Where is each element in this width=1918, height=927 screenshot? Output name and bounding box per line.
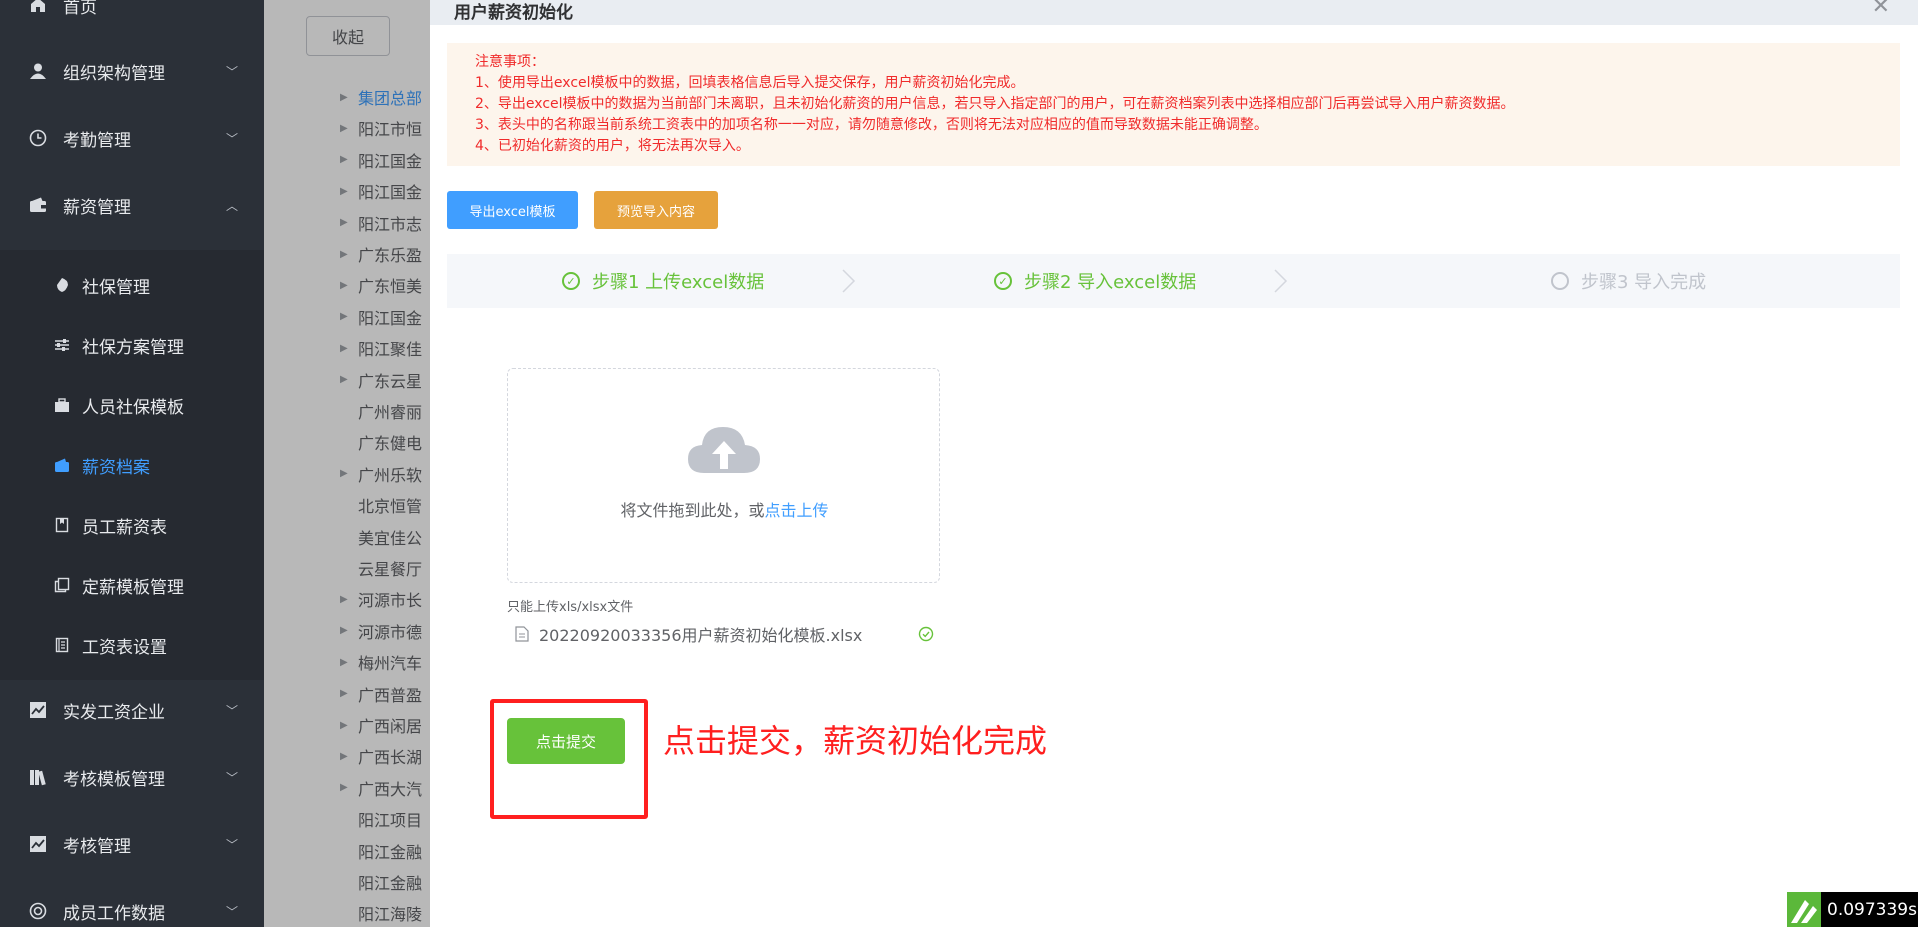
chevron-right-icon: [1274, 269, 1288, 293]
step-label: 步骤2 导入excel数据: [1024, 272, 1197, 293]
step-label: 步骤3 导入完成: [1581, 272, 1707, 293]
sidebar-subitem-label: 定薪模板管理: [82, 577, 184, 598]
user-icon: [27, 60, 49, 82]
chart-icon: [27, 699, 49, 721]
step-3: 步骤3 导入完成: [1551, 254, 1706, 308]
upload-dropzone[interactable]: 将文件拖到此处，或点击上传: [507, 368, 940, 583]
books-icon: [27, 766, 49, 788]
notice-line: 2、导出excel模板中的数据为当前部门未离职，且未初始化薪资的用户信息，若只导…: [475, 96, 1515, 112]
home-icon: [27, 0, 49, 16]
chevron-down-icon: ﹀: [225, 64, 238, 79]
chevron-up-icon: ︿: [225, 198, 238, 213]
sidebar-item-label: 考勤管理: [63, 130, 131, 151]
sidebar-item-actual-pay[interactable]: 实发工资企业 ﹀: [0, 687, 264, 733]
sidebar-subitem-label: 工资表设置: [82, 637, 167, 658]
upload-tip: 只能上传xls/xlsx文件: [507, 600, 634, 615]
upload-text: 将文件拖到此处，或点击上传: [508, 497, 941, 521]
sidebar-item-salary[interactable]: 薪资管理 ︿: [0, 182, 264, 228]
sidebar-item-label: 组织架构管理: [63, 63, 165, 84]
step-2: ✓ 步骤2 导入excel数据: [994, 254, 1196, 308]
sidebar-item-org[interactable]: 组织架构管理 ﹀: [0, 48, 264, 94]
step-label: 步骤1 上传excel数据: [592, 272, 765, 293]
sidebar-item-label: 薪资管理: [63, 197, 131, 218]
sidebar-subitem-label: 人员社保模板: [82, 397, 184, 418]
circle-icon: [1551, 272, 1569, 290]
notice-box: 注意事项： 1、使用导出excel模板中的数据，回填表格信息后导入提交保存，用户…: [447, 43, 1900, 166]
chevron-down-icon: ﹀: [225, 837, 238, 852]
list-icon: [51, 634, 73, 656]
document-icon: [515, 626, 529, 642]
sidebar-item-member-data[interactable]: 成员工作数据 ﹀: [0, 888, 264, 927]
check-circle-icon: ✓: [994, 272, 1012, 290]
sidebar-item-label: 成员工作数据: [63, 903, 165, 924]
sidebar-subitem-salary-archive[interactable]: 薪资档案: [0, 443, 264, 487]
sidebar-subitem-payroll-settings[interactable]: 工资表设置: [0, 623, 264, 667]
lifebuoy-icon: [27, 900, 49, 922]
sidebar-item-home[interactable]: 首页: [0, 0, 264, 28]
sliders-icon: [51, 334, 73, 356]
wallet-icon: [51, 454, 73, 476]
dialog-title: 用户薪资初始化: [454, 3, 573, 23]
step-1: ✓ 步骤1 上传excel数据: [562, 254, 764, 308]
sidebar-item-label: 首页: [63, 0, 97, 18]
sidebar-subitem-staff-template[interactable]: 人员社保模板: [0, 383, 264, 427]
chart-icon: [27, 833, 49, 855]
sidebar-item-label: 考核管理: [63, 836, 131, 857]
steps-bar: ✓ 步骤1 上传excel数据 ✓ 步骤2 导入excel数据 步骤3 导入完成: [447, 254, 1900, 308]
submit-button[interactable]: 点击提交: [507, 718, 625, 764]
notice-line: 4、已初始化薪资的用户，将无法再次导入。: [475, 138, 750, 154]
chevron-down-icon: ﹀: [225, 904, 238, 919]
sidebar-subitem-label: 员工薪资表: [82, 517, 167, 538]
shield-icon: [51, 274, 73, 296]
notice-heading: 注意事项：: [475, 54, 545, 70]
sidebar-subitem-salary-template[interactable]: 定薪模板管理: [0, 563, 264, 607]
sidebar: 首页 组织架构管理 ﹀ 考勤管理 ﹀ 薪资管理 ︿ 社保管理 社保方案管理 人员…: [0, 0, 264, 927]
notice-line: 1、使用导出excel模板中的数据，回填表格信息后导入提交保存，用户薪资初始化完…: [475, 75, 1025, 91]
sidebar-item-label: 实发工资企业: [63, 702, 165, 723]
sidebar-subitem-label: 社保管理: [82, 277, 150, 298]
click-upload-link[interactable]: 点击上传: [765, 501, 829, 520]
check-circle-icon: ✓: [562, 272, 580, 290]
file-name: 20220920033356用户薪资初始化模板.xlsx: [539, 626, 863, 645]
sidebar-subitem-social-security[interactable]: 社保管理: [0, 263, 264, 307]
close-icon[interactable]: ✕: [1872, 0, 1890, 19]
salary-init-dialog: 用户薪资初始化 ✕ 注意事项： 1、使用导出excel模板中的数据，回填表格信息…: [430, 0, 1918, 927]
clock-icon: [27, 127, 49, 149]
sidebar-item-label: 考核模板管理: [63, 769, 165, 790]
notice-line: 3、表头中的名称跟当前系统工资表中的加项名称一一对应，请勿随意修改，否则将无法对…: [475, 117, 1268, 133]
sidebar-item-assessment-template[interactable]: 考核模板管理 ﹀: [0, 754, 264, 800]
timer-badge: 0.097339s: [1787, 892, 1918, 927]
timer-value: 0.097339s: [1827, 899, 1917, 920]
preview-import-button[interactable]: 预览导入内容: [594, 191, 718, 229]
copy-icon: [51, 574, 73, 596]
book-icon: [51, 514, 73, 536]
sidebar-subitem-social-plan[interactable]: 社保方案管理: [0, 323, 264, 367]
uploaded-file[interactable]: 20220920033356用户薪资初始化模板.xlsx: [507, 620, 940, 648]
check-circle-icon: [918, 626, 934, 642]
chevron-down-icon: ﹀: [225, 131, 238, 146]
chevron-down-icon: ﹀: [225, 770, 238, 785]
sidebar-subitem-label: 薪资档案: [82, 457, 150, 478]
briefcase-icon: [51, 394, 73, 416]
dialog-header: 用户薪资初始化 ✕: [430, 0, 1918, 25]
export-template-button[interactable]: 导出excel模板: [447, 191, 578, 229]
wallet-icon: [27, 194, 49, 216]
cloud-upload-icon: [688, 427, 760, 473]
sidebar-subitem-payroll[interactable]: 员工薪资表: [0, 503, 264, 547]
logo-icon: [1787, 892, 1821, 927]
annotation-text: 点击提交，薪资初始化完成: [663, 722, 1048, 760]
sidebar-subitem-label: 社保方案管理: [82, 337, 184, 358]
sidebar-item-attendance[interactable]: 考勤管理 ﹀: [0, 115, 264, 161]
sidebar-item-assessment[interactable]: 考核管理 ﹀: [0, 821, 264, 867]
chevron-right-icon: [842, 269, 856, 293]
chevron-down-icon: ﹀: [225, 703, 238, 718]
upload-text-prefix: 将文件拖到此处，或: [620, 501, 765, 520]
